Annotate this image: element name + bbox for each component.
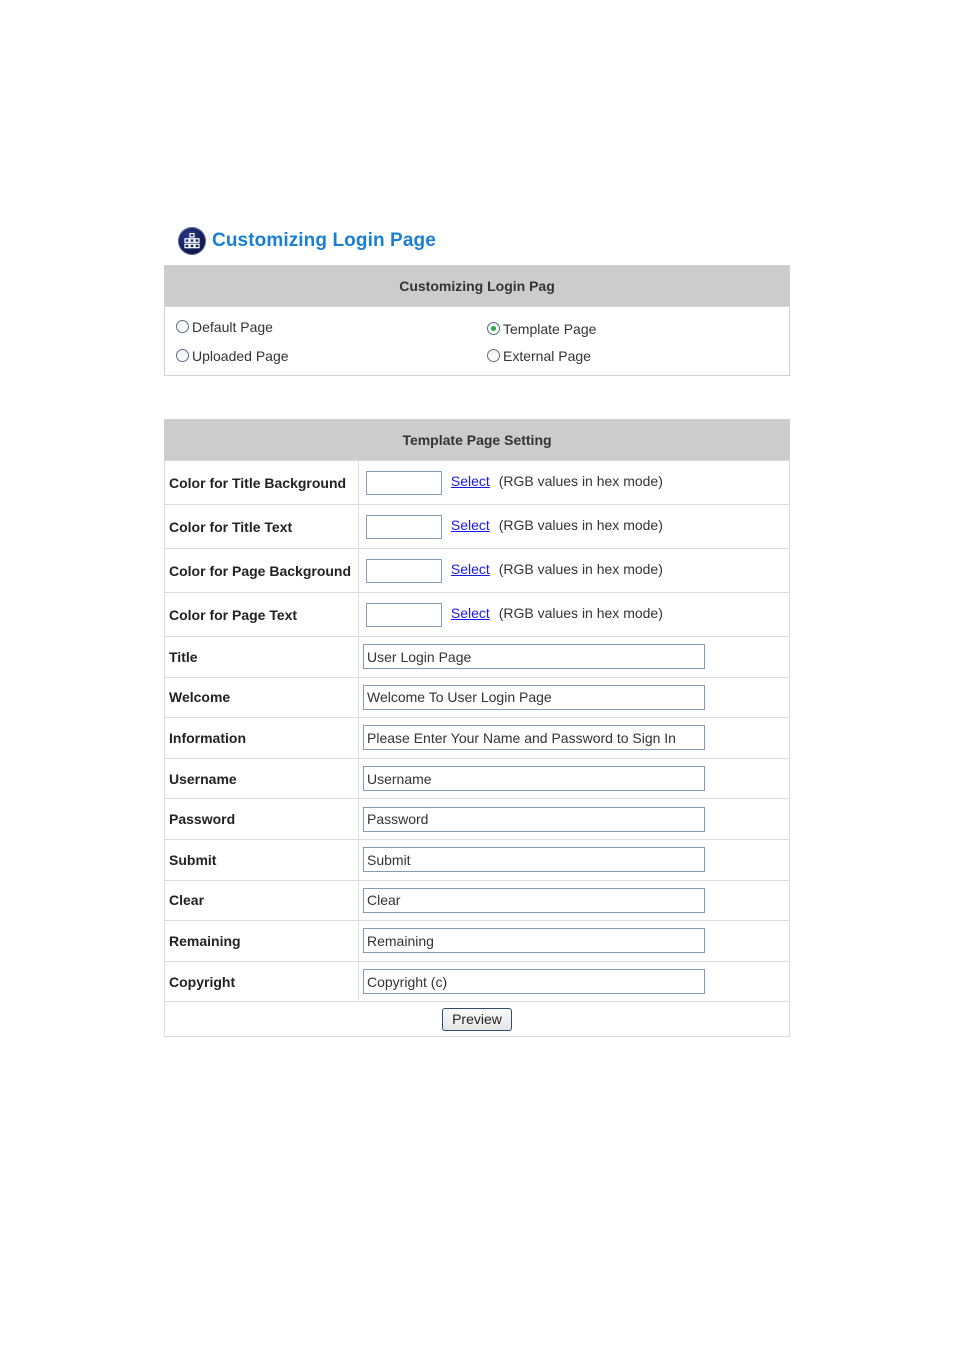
page-background-color-input[interactable] — [366, 558, 442, 583]
information-input[interactable] — [363, 725, 705, 751]
page-text-color-input[interactable] — [366, 602, 442, 627]
table-row: Color for Page Background Select (RGB va… — [164, 548, 790, 593]
preview-button[interactable]: Preview — [442, 1007, 512, 1031]
welcome-input[interactable] — [363, 684, 705, 710]
radio-label: Default Page — [192, 318, 273, 335]
select-color-link[interactable]: Select — [451, 561, 490, 577]
copyright-input[interactable] — [363, 969, 705, 995]
submit-label-input[interactable] — [363, 847, 705, 873]
select-color-link[interactable]: Select — [451, 517, 490, 533]
row-label: Color for Page Background — [164, 548, 359, 593]
hex-hint: (RGB values in hex mode) — [498, 605, 663, 622]
remaining-label-input[interactable] — [363, 928, 705, 954]
table-row: Username — [164, 757, 790, 800]
template-setting-header: Template Page Setting — [164, 419, 790, 461]
table-row: Copyright — [164, 960, 790, 1003]
title-text-color-input[interactable] — [366, 514, 442, 539]
row-label: Information — [164, 717, 359, 759]
template-page-setting-table: Template Page Setting Color for Title Ba… — [164, 419, 790, 1038]
radio-button-unchecked[interactable] — [487, 349, 500, 363]
clear-label-input[interactable] — [363, 887, 705, 913]
row-label: Submit — [164, 838, 359, 881]
title-background-color-input[interactable] — [366, 470, 442, 495]
login-page-type-header: Customizing Login Pag — [164, 265, 790, 307]
radio-label: Template Page — [503, 320, 597, 337]
row-label: Color for Title Background — [164, 460, 359, 505]
table-row: Welcome — [164, 676, 790, 719]
row-label: Username — [164, 757, 359, 800]
row-label: Remaining — [164, 920, 359, 962]
radio-uploaded-page[interactable]: Uploaded Page — [176, 348, 289, 364]
table-row: Information — [164, 717, 790, 759]
radio-template-page[interactable]: Template Page — [487, 321, 596, 337]
radio-label: External Page — [503, 347, 591, 364]
page-heading: Customizing Login Page — [178, 226, 436, 256]
select-color-link[interactable]: Select — [451, 473, 490, 489]
hex-hint: (RGB values in hex mode) — [498, 473, 663, 490]
row-label: Copyright — [164, 960, 359, 1003]
table-row: Remaining — [164, 920, 790, 962]
row-label: Title — [164, 636, 359, 678]
title-input[interactable] — [363, 644, 705, 670]
table-row: Color for Title Background Select (RGB v… — [164, 460, 790, 505]
table-row: Clear — [164, 879, 790, 922]
table-row: Password — [164, 798, 790, 840]
row-label: Clear — [164, 879, 359, 922]
row-label: Password — [164, 798, 359, 840]
radio-external-page[interactable]: External Page — [487, 348, 591, 364]
radio-selected-dot — [491, 326, 496, 332]
row-label: Color for Title Text — [164, 504, 359, 549]
page-title: Customizing Login Page — [212, 230, 436, 251]
hex-hint: (RGB values in hex mode) — [498, 517, 663, 534]
grid-icon — [178, 227, 206, 255]
row-label: Welcome — [164, 676, 359, 719]
table-row: Submit — [164, 838, 790, 881]
radio-default-page[interactable]: Default Page — [176, 319, 273, 335]
select-color-link[interactable]: Select — [451, 605, 490, 621]
table-row: Color for Page Text Select (RGB values i… — [164, 592, 790, 637]
radio-button-unchecked[interactable] — [176, 320, 189, 334]
username-input[interactable] — [363, 766, 705, 792]
row-label: Color for Page Text — [164, 592, 359, 637]
radio-button-unchecked[interactable] — [176, 349, 189, 363]
table-row: Title — [164, 636, 790, 678]
radio-label: Uploaded Page — [192, 347, 289, 364]
login-page-type-table: Customizing Login Pag Default Page Templ… — [164, 265, 790, 376]
table-row: Color for Title Text Select (RGB values … — [164, 504, 790, 549]
radio-button-checked[interactable] — [487, 322, 500, 336]
hex-hint: (RGB values in hex mode) — [498, 561, 663, 578]
password-input[interactable] — [363, 806, 705, 832]
